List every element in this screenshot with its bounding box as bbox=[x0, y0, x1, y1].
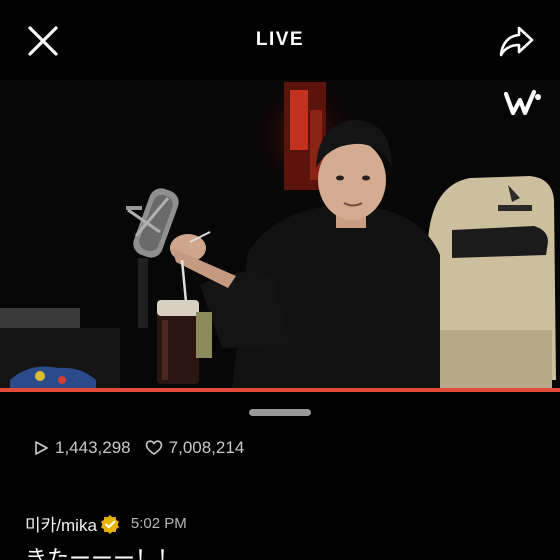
heart-icon bbox=[145, 440, 162, 455]
weverse-logo-icon bbox=[503, 88, 542, 118]
video-progress-bar bbox=[0, 388, 560, 392]
like-count: 7,008,214 bbox=[145, 438, 245, 458]
like-count-value: 7,008,214 bbox=[168, 438, 245, 457]
comment-username[interactable]: 미카/mika bbox=[25, 511, 97, 536]
page-title: LIVE bbox=[255, 29, 305, 50]
share-icon bbox=[499, 26, 534, 57]
verified-badge-icon bbox=[100, 514, 119, 534]
stats-row: 1,443,298 7,008,214 bbox=[33, 436, 244, 460]
live-video-player[interactable] bbox=[0, 80, 560, 388]
share-button[interactable] bbox=[497, 22, 535, 60]
play-count-value: 1,443,298 bbox=[55, 438, 131, 457]
video-frame bbox=[0, 80, 560, 388]
comment-text: きたーーー！！ bbox=[25, 546, 180, 560]
play-icon bbox=[35, 441, 48, 455]
comment-timestamp: 5:02 PM bbox=[130, 515, 187, 532]
play-count: 1,443,298 bbox=[33, 438, 131, 458]
comment-header: 미카/mika 5:02 PM bbox=[25, 511, 187, 536]
drag-handle[interactable] bbox=[249, 409, 311, 416]
top-bar: LIVE bbox=[0, 0, 560, 80]
